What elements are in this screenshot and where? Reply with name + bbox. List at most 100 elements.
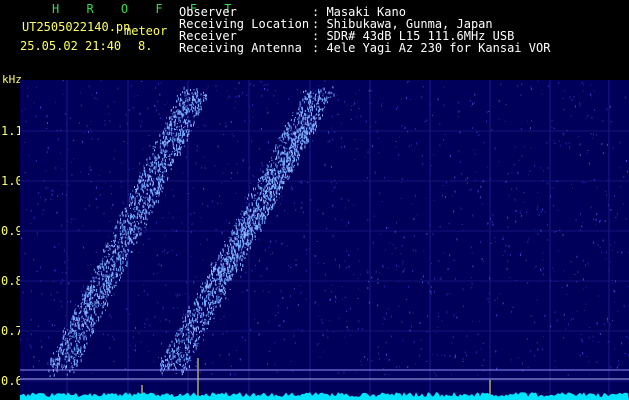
noise-speck [431,262,432,264]
signal-speck [89,305,91,308]
noise-speck [24,172,26,174]
signal-speck [76,359,78,362]
signal-speck [198,326,199,330]
signal-speck [240,235,242,239]
signal-speck [63,366,65,368]
noise-speck [212,333,214,336]
signal-speck [204,291,206,293]
signal-speck [84,294,86,297]
signal-speck [308,100,310,104]
signal-speck [249,224,251,227]
signal-speck [199,103,201,105]
noise-speck [336,94,338,96]
signal-speck [228,272,230,274]
signal-speck [86,342,88,345]
signal-speck [178,353,180,357]
signal-speck [137,215,138,219]
noise-speck [508,194,510,196]
signal-speck [315,93,316,97]
noise-speck [162,374,163,377]
signal-speck [171,349,173,352]
noise-speck [386,227,387,229]
signal-speck [73,346,75,350]
noise-speck [509,277,511,278]
signal-speck [137,212,139,216]
noise-speck [144,323,146,325]
signal-speck [287,137,289,141]
noise-speck [128,356,130,358]
noise-speck [546,238,548,241]
signal-speck [83,310,85,312]
noise-speck [436,354,438,356]
signal-speck [272,198,274,201]
noise-speck [586,152,588,154]
signal-speck [204,303,206,307]
signal-speck [212,271,214,273]
signal-speck [179,144,181,145]
signal-speck [129,239,131,243]
signal-speck [216,279,218,281]
noise-speck [305,298,307,300]
signal-speck [167,363,169,367]
signal-speck [112,251,114,255]
noise-speck [372,241,374,244]
signal-speck [177,153,178,157]
signal-speck [267,179,269,182]
signal-speck [187,323,189,327]
signal-speck [111,286,113,290]
signal-speck [286,154,288,158]
noise-speck [480,185,482,188]
signal-speck [175,154,177,156]
noise-speck [24,108,26,110]
signal-speck [76,325,77,327]
signal-speck [153,155,155,157]
signal-speck [112,255,114,257]
signal-speck [209,285,211,288]
signal-speck [112,276,114,279]
signal-speck [93,277,95,279]
signal-speck [322,108,324,112]
signal-speck [187,98,189,102]
noise-speck [229,373,231,376]
noise-speck [279,197,280,199]
signal-speck [81,324,83,327]
signal-speck [218,256,220,260]
noise-speck [352,104,354,106]
noise-speck [412,270,413,273]
noise-speck [211,200,213,203]
noise-speck [358,278,359,279]
noise-speck [34,330,36,332]
signal-speck [162,187,164,190]
noise-speck [607,317,608,320]
signal-speck [134,197,136,200]
signal-speck [188,345,190,349]
signal-speck [105,266,107,269]
noise-speck [470,188,472,191]
signal-speck [264,174,266,178]
signal-speck [156,157,158,160]
noise-speck [605,190,606,192]
noise-speck [246,94,248,97]
signal-speck [302,111,303,114]
noise-speck [482,260,484,262]
signal-speck [193,123,195,127]
noise-speck [346,321,348,322]
signal-speck [130,213,132,215]
noise-speck [578,135,580,137]
noise-speck [177,307,179,309]
signal-speck [134,223,136,225]
signal-speck [221,264,223,267]
signal-speck [63,364,65,367]
signal-speck [324,103,326,105]
signal-speck [202,292,204,294]
signal-speck [73,321,75,323]
signal-speck [171,131,173,133]
noise-speck [44,200,46,202]
signal-speck [251,202,253,204]
noise-speck [95,197,97,200]
noise-speck [28,154,30,156]
signal-speck [180,139,182,142]
signal-speck [302,98,304,100]
signal-speck [80,306,82,308]
noise-speck [157,272,159,274]
